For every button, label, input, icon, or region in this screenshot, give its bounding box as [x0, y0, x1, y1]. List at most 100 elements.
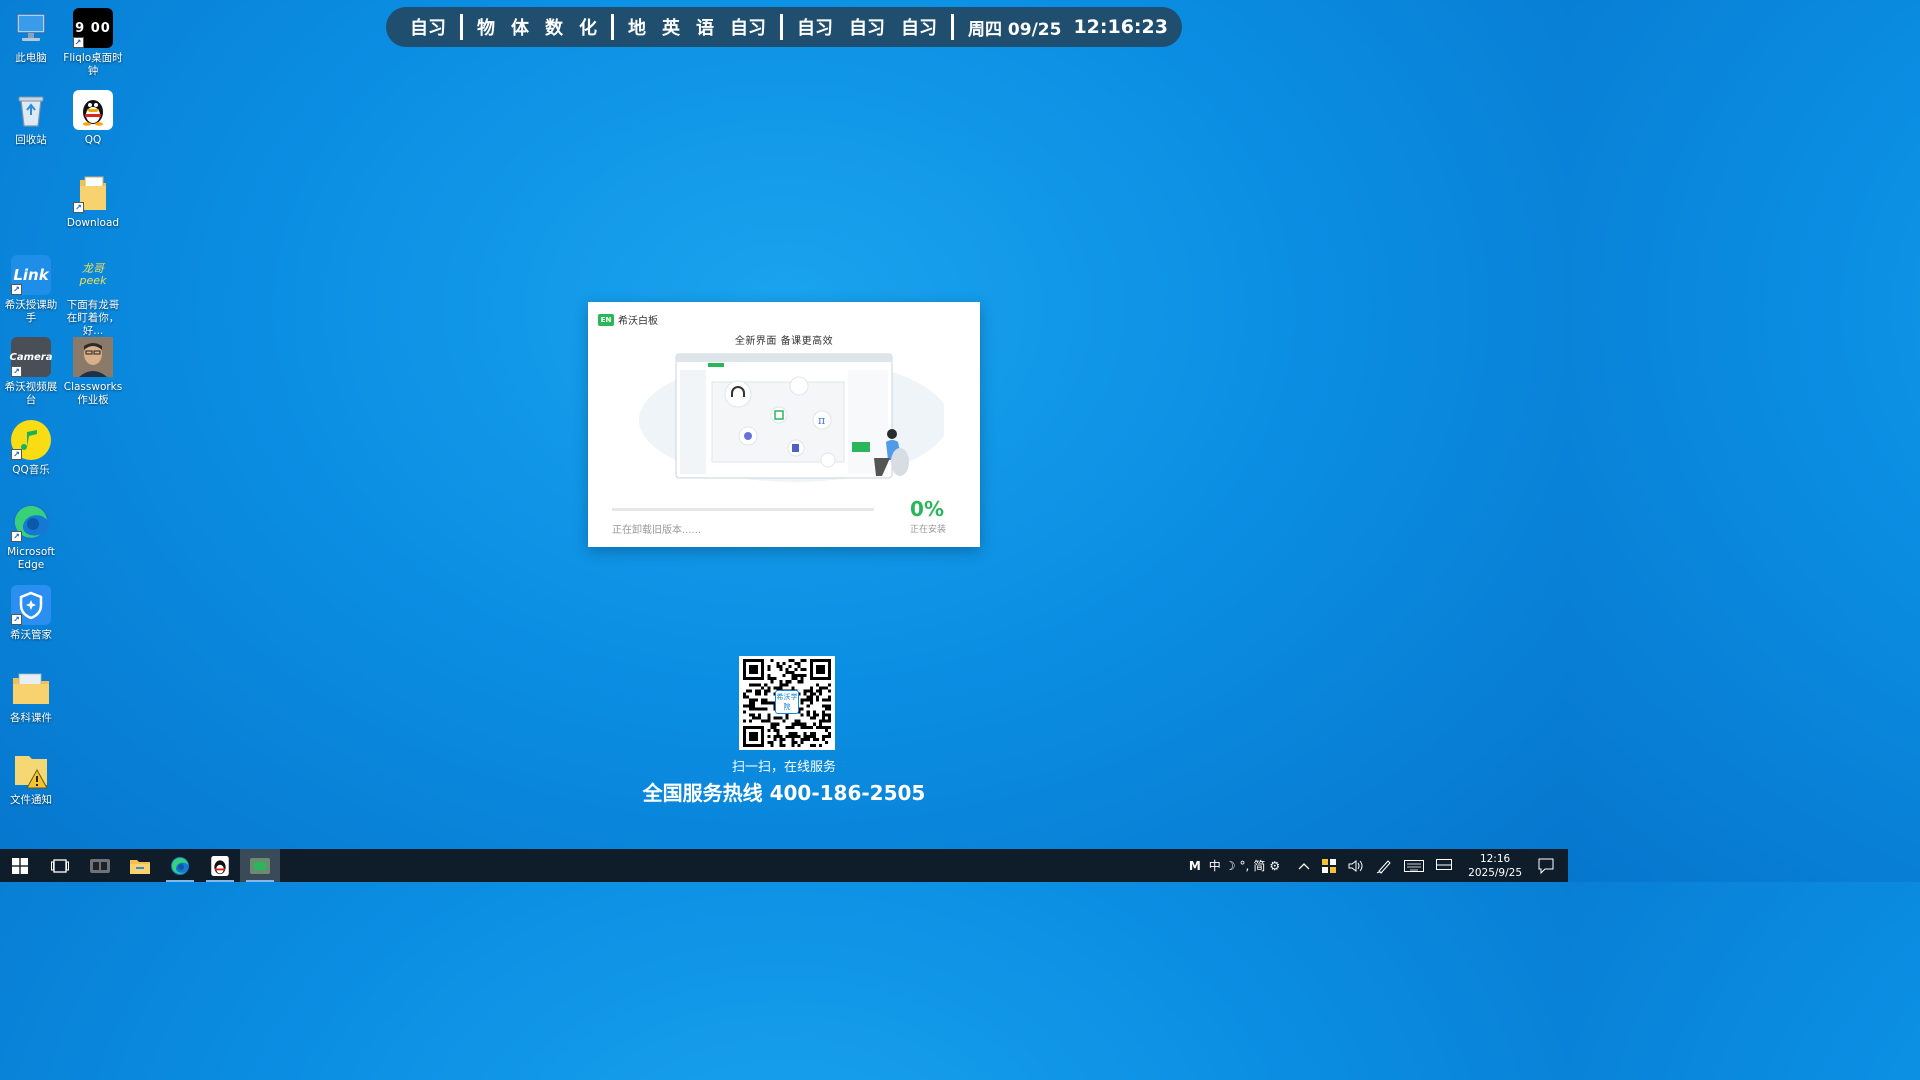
desktop-icon-recycle-bin[interactable]: 回收站	[0, 90, 62, 147]
installer-icon	[250, 857, 270, 874]
windows-logo-icon	[12, 857, 28, 874]
taskbar-app-explorer[interactable]	[120, 849, 160, 882]
install-percent-label: 正在安装	[909, 525, 946, 535]
display-icon[interactable]	[1430, 849, 1458, 882]
schedule-divider	[611, 14, 614, 40]
svg-text:π: π	[818, 414, 825, 427]
desktop-icon-label: 各科课件	[10, 712, 52, 724]
schedule-item: 自习	[901, 18, 937, 39]
schedule-item: 化	[579, 18, 597, 39]
seewo-link-icon: Link ↗	[11, 255, 51, 295]
desktop-icon-this-pc[interactable]: 此电脑	[0, 8, 62, 65]
schedule-item: 数	[545, 18, 563, 39]
qq-icon	[73, 90, 113, 130]
desktop-icon-qq[interactable]: QQ	[62, 90, 124, 147]
taskbar-app-edge[interactable]	[160, 849, 200, 882]
desktop-icon-label: 希沃视频展台	[4, 381, 58, 406]
volume-icon[interactable]	[1342, 849, 1370, 882]
desktop-icon-label: 希沃授课助手	[4, 299, 58, 324]
desktop-icon-seewo-guard[interactable]: ↗ 希沃管家	[0, 585, 62, 642]
seewo-camera-icon: Camera ↗	[10, 337, 52, 377]
schedule-divider	[780, 14, 783, 40]
schedule-item: 自习	[730, 18, 766, 39]
taskbar-app-installer[interactable]	[240, 849, 280, 882]
desktop-icon-qq-music[interactable]: ↗ QQ音乐	[0, 420, 62, 477]
schedule-item: 自习	[797, 18, 833, 39]
shortcut-arrow-icon: ↗	[73, 37, 84, 48]
installer-dialog: EN 希沃白板 全新界面 备课更高效 π 正在卸载旧版本...... 0% 正在…	[588, 302, 980, 547]
ime-settings-icon[interactable]: ⚙	[1267, 849, 1292, 882]
desktop-icon-classworks[interactable]: Classworks作业板	[62, 337, 124, 407]
folder-icon: ↗	[73, 173, 113, 213]
task-view-button[interactable]	[40, 849, 80, 882]
service-hotline: 全国服务热线 400-186-2505	[642, 781, 926, 805]
desktop-icon-longge-peek[interactable]: 龙哥 peek 下面有龙哥在盯着你，好...	[62, 255, 124, 338]
schedule-bar: 自习 物 体 数 化 地 英 语 自习 自习 自习 自习 周四 09/25 12…	[386, 7, 1182, 47]
seewo-guard-icon: ↗	[11, 585, 51, 625]
desktop-icon-label: 下面有龙哥在盯着你，好...	[66, 299, 120, 337]
pen-ink-icon[interactable]	[1370, 849, 1398, 882]
taskbar-app-qq[interactable]	[200, 849, 240, 882]
schedule-item: 自习	[410, 18, 446, 39]
schedule-item: 物	[477, 18, 495, 39]
desktop-icon-fliqlo[interactable]: 9 00 ↗ Fliqlo桌面时钟	[62, 8, 124, 78]
shortcut-arrow-icon: ↗	[11, 531, 22, 542]
fliqlo-icon	[90, 858, 110, 873]
schedule-item: 体	[511, 18, 529, 39]
schedule-item: 自习	[849, 18, 885, 39]
security-shield-icon[interactable]	[1316, 849, 1342, 882]
taskbar-clock[interactable]: 12:16 2025/9/25	[1458, 852, 1532, 880]
shortcut-arrow-icon: ↗	[11, 366, 22, 377]
qr-caption: 扫一扫，在线服务	[731, 760, 836, 775]
shortcut-arrow-icon: ↗	[11, 284, 22, 295]
schedule-divider	[951, 14, 954, 40]
system-tray: M 中 ☽ °, 简 ⚙ 12:16 2025/9/25	[1183, 849, 1568, 882]
seewo-logo-icon: EN	[598, 313, 614, 326]
install-progress-bar	[612, 508, 874, 511]
service-qr-code: 希沃学院	[739, 656, 835, 750]
desktop-icon-label: 此电脑	[15, 52, 47, 64]
desktop-icon-courseware[interactable]: 各科课件	[0, 668, 62, 725]
edge-icon: ↗	[11, 502, 51, 542]
desktop-icon-edge[interactable]: ↗ Microsoft Edge	[0, 502, 62, 572]
shortcut-arrow-icon: ↗	[11, 449, 22, 460]
notification-icon	[1538, 858, 1554, 874]
schedule-group-3: 地 英 语 自习	[620, 14, 774, 40]
schedule-group-2: 物 体 数 化	[469, 14, 605, 40]
ime-script-button[interactable]: 简	[1251, 849, 1267, 882]
ime-language-button[interactable]: 中	[1207, 849, 1223, 882]
installer-slogan: 全新界面 备课更高效	[734, 336, 834, 347]
desktop-icon-label: QQ音乐	[12, 464, 50, 476]
longge-peek-icon: 龙哥 peek	[79, 262, 107, 287]
shortcut-arrow-icon: ↗	[11, 614, 22, 625]
desktop-icon-label: QQ	[84, 134, 102, 146]
schedule-group-4: 自习 自习 自习	[789, 14, 945, 40]
desktop-icon-label: 希沃管家	[10, 629, 52, 641]
touch-keyboard-icon[interactable]	[1398, 849, 1430, 882]
start-button[interactable]	[0, 849, 40, 882]
qq-icon	[211, 855, 229, 876]
this-pc-icon	[11, 8, 51, 48]
desktop-icon-label: Download	[66, 217, 120, 229]
file-explorer-icon	[130, 859, 150, 874]
courseware-folder-icon	[11, 668, 51, 708]
desktop-icon-label: Fliqlo桌面时钟	[63, 52, 123, 77]
ime-halfwidth-icon[interactable]: ☽	[1223, 849, 1238, 882]
schedule-clock: 12:16:23	[1073, 16, 1168, 38]
desktop-icon-label: Classworks作业板	[63, 381, 123, 406]
show-hidden-icons-button[interactable]	[1292, 849, 1316, 882]
desktop-icon-download[interactable]: ↗ Download	[62, 173, 124, 230]
desktop-icon-seewo-camera[interactable]: Camera ↗ 希沃视频展台	[0, 337, 62, 407]
schedule-item: 英	[662, 18, 680, 39]
desktop-icon-seewo-link[interactable]: Link ↗ 希沃授课助手	[0, 255, 62, 325]
ime-mode-button[interactable]: M	[1183, 849, 1207, 882]
action-center-button[interactable]	[1532, 849, 1568, 882]
taskbar-app-fliqlo[interactable]	[80, 849, 120, 882]
installer-logo: EN 希沃白板	[598, 312, 658, 327]
edge-icon	[171, 856, 189, 875]
installer-illustration: π	[639, 353, 944, 482]
classworks-icon	[73, 337, 113, 377]
qr-center-logo: 希沃学院	[775, 690, 799, 714]
task-view-icon	[51, 858, 69, 873]
ime-punctuation-icon[interactable]: °,	[1238, 849, 1252, 882]
